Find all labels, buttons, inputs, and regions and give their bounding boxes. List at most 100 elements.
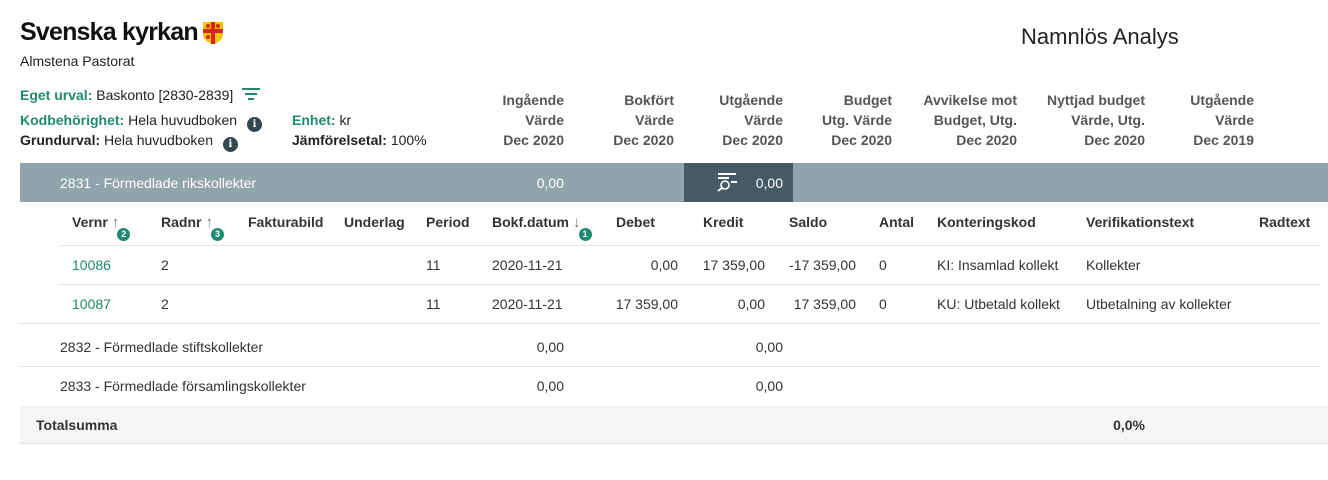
jamforelsetal-value: 100% (390, 132, 427, 148)
total-label: Totalsumma (36, 417, 118, 433)
eget-urval-value: Baskonto [2830-2839] (96, 87, 234, 103)
sort-order-badge: 2 (117, 228, 131, 241)
column-header-line: Budget, Utg. (933, 112, 1017, 128)
group-ingaende-value: 0,00 (536, 339, 564, 355)
column-header-line: Dec 2020 (503, 132, 564, 148)
cell-verifikationstext: Utbetalning av kollekter (1086, 296, 1232, 312)
kodbehorighet-value: Hela huvudboken (128, 112, 238, 128)
cell-radnr: 2 (161, 257, 169, 273)
cell-period: 11 (426, 257, 441, 273)
detail-header-fakturabild[interactable]: Fakturabild (248, 214, 323, 230)
cell-radnr: 2 (161, 296, 169, 312)
church-logo-icon (202, 21, 223, 44)
grundurval-label: Grundurval: (20, 132, 101, 148)
grundurval: Grundurval: Hela huvudboken i (20, 132, 238, 152)
group-utgaende-value: 0,00 (755, 378, 783, 394)
detail-header-debet[interactable]: Debet (616, 214, 655, 230)
eget-urval: Eget urval: Baskonto [2830-2839] (20, 87, 233, 103)
voucher-link[interactable]: 10086 (72, 257, 111, 273)
column-header-line: Dec 2020 (613, 132, 674, 148)
cell-saldo: -17 359,00 (789, 257, 856, 273)
brand-name: Svenska kyrkan (20, 18, 199, 46)
drilldown-filter-icon[interactable] (716, 172, 740, 192)
group-label[interactable]: 2832 - Förmedlade stiftskollekter (60, 339, 263, 355)
column-header-line: Värde (744, 112, 783, 128)
group-label[interactable]: 2831 - Förmedlade rikskollekter (60, 175, 256, 191)
column-header-line: Värde, Utg. (1071, 112, 1145, 128)
cell-saldo: 17 359,00 (793, 296, 856, 312)
detail-header-radtext[interactable]: Radtext (1259, 214, 1310, 230)
group-ingaende-value: 0,00 (536, 175, 564, 191)
detail-header-konteringskod[interactable]: Konteringskod (937, 214, 1036, 230)
column-header-line: Dec 2020 (722, 132, 783, 148)
divider (20, 323, 1320, 324)
detail-header-vernr[interactable]: Vernr ↑2 (72, 214, 131, 241)
column-header-ingaende[interactable]: Ingående Värde Dec 2020 (503, 90, 564, 150)
divider (60, 245, 1320, 246)
total-nyttjad-value: 0,0% (1113, 417, 1145, 433)
detail-header-period[interactable]: Period (426, 214, 470, 230)
report-title: Namnlös Analys (1021, 24, 1179, 49)
divider (60, 284, 1320, 285)
column-header-line: Dec 2019 (1193, 132, 1254, 148)
detail-header-kredit[interactable]: Kredit (703, 214, 743, 230)
cell-debet: 0,00 (650, 257, 678, 273)
group-label[interactable]: 2833 - Förmedlade församlingskollekter (60, 378, 306, 394)
column-header-line: Värde (635, 112, 674, 128)
column-header-line: Dec 2020 (956, 132, 1017, 148)
cell-kredit: 0,00 (737, 296, 765, 312)
column-header-line: Dec 2020 (831, 132, 892, 148)
enhet-value: kr (339, 112, 352, 128)
detail-header-bokfdatum[interactable]: Bokf.datum ↓1 (492, 214, 592, 241)
column-header-nyttjad-budget[interactable]: Nyttjad budget Värde, Utg. Dec 2020 (1047, 90, 1145, 150)
column-header-avvikelse[interactable]: Avvikelse mot Budget, Utg. Dec 2020 (923, 90, 1017, 150)
divider (20, 366, 1320, 367)
cell-konteringskod: KU: Utbetald kollekt (937, 296, 1060, 312)
filter-icon[interactable] (241, 86, 261, 102)
header-label: Vernr (72, 214, 108, 230)
group-bokfort-value: 0,00 (755, 175, 783, 191)
detail-header-verifikationstext[interactable]: Verifikationstext (1086, 214, 1194, 230)
column-header-line: Budget (843, 92, 892, 108)
sort-up-icon[interactable]: ↑ (112, 214, 120, 231)
kodbehorighet: Kodbehörighet: Hela huvudboken i (20, 112, 262, 132)
group-ingaende-value: 0,00 (536, 378, 564, 394)
cell-antal: 0 (879, 296, 887, 312)
column-header-line: Dec 2020 (1084, 132, 1145, 148)
column-header-line: Utgående (1190, 92, 1254, 108)
column-header-line: Nyttjad budget (1047, 92, 1145, 108)
cell-kredit: 17 359,00 (702, 257, 765, 273)
column-header-line: Värde (525, 112, 564, 128)
header-label: Radnr (161, 214, 202, 230)
info-icon[interactable]: i (222, 137, 238, 152)
column-header-utgaende[interactable]: Utgående Värde Dec 2020 (719, 90, 783, 150)
cell-bokfdatum: 2020-11-21 (492, 257, 563, 273)
sort-order-badge: 3 (210, 228, 224, 241)
detail-header-antal[interactable]: Antal (879, 214, 914, 230)
column-header-line: Utgående (719, 92, 783, 108)
jamforelsetal: Jämförelsetal: 100% (292, 132, 427, 148)
sort-down-icon[interactable]: ↓ (573, 214, 581, 231)
sort-up-icon[interactable]: ↑ (205, 214, 213, 231)
header-label: Bokf.datum (492, 214, 569, 230)
organization-name: Almstena Pastorat (20, 53, 135, 69)
column-header-utgaende-2019[interactable]: Utgående Värde Dec 2019 (1190, 90, 1254, 150)
cell-antal: 0 (879, 257, 887, 273)
enhet: Enhet: kr (292, 112, 351, 128)
voucher-link[interactable]: 10087 (72, 296, 111, 312)
cell-bokfdatum: 2020-11-21 (492, 296, 563, 312)
cell-konteringskod: KI: Insamlad kollekt (937, 257, 1059, 273)
detail-header-saldo[interactable]: Saldo (789, 214, 827, 230)
sort-order-badge: 1 (578, 228, 592, 241)
column-header-bokfort[interactable]: Bokfört Värde Dec 2020 (613, 90, 674, 150)
group-utgaende-value: 0,00 (755, 339, 783, 355)
column-header-line: Avvikelse mot (923, 92, 1017, 108)
cell-debet: 17 359,00 (615, 296, 678, 312)
column-header-budget[interactable]: Budget Utg. Värde Dec 2020 (822, 90, 892, 150)
detail-header-underlag[interactable]: Underlag (344, 214, 405, 230)
kodbehorighet-label: Kodbehörighet: (20, 112, 125, 128)
detail-header-radnr[interactable]: Radnr ↑3 (161, 214, 224, 241)
info-icon[interactable]: i (246, 117, 262, 132)
column-header-line: Utg. Värde (821, 112, 892, 128)
column-header-line: Värde (1215, 112, 1254, 128)
